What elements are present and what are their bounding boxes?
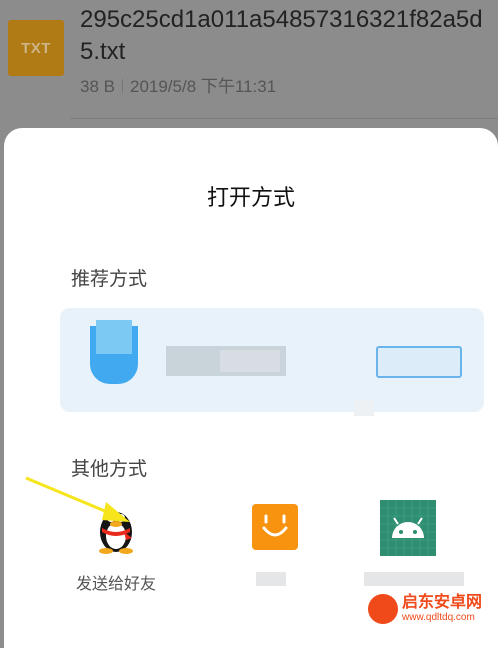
- file-date: 2019/5/8 下午11:31: [129, 77, 277, 96]
- recommended-app-card[interactable]: [60, 308, 484, 412]
- sheet-title: 打开方式: [206, 185, 295, 210]
- android-robot-icon: [380, 500, 436, 556]
- site-watermark: 启东安卓网 www.qdltdq.com: [368, 592, 492, 626]
- file-name: 295c25cd1a011a54857316321f82a5d5.txt: [80, 6, 483, 65]
- recommended-open-button-blurred[interactable]: [376, 346, 462, 378]
- qq-penguin-icon: [99, 512, 133, 554]
- open-with-sheet: 打开方式 推荐方式 其他方式 发送给好友: [4, 128, 498, 648]
- meta-separator: [121, 79, 123, 93]
- android-app-icon: [380, 500, 436, 556]
- file-meta: 38 B 2019/5/8 下午11:31: [80, 72, 276, 97]
- file-size: 38 B: [80, 77, 115, 96]
- smile-glyph-icon: [262, 514, 288, 537]
- watermark-url: www.qdltdq.com: [402, 612, 475, 623]
- app-label-blurred: [364, 572, 464, 586]
- txt-file-icon: TXT: [8, 20, 64, 76]
- orange-smile-app-icon: [252, 504, 298, 550]
- recommended-app-name-blurred-part: [220, 350, 280, 372]
- file-row[interactable]: TXT 295c25cd1a011a54857316321f82a5d5.txt…: [0, 0, 498, 130]
- app-label-blurred: [256, 572, 286, 586]
- watermark-logo-icon: [368, 594, 398, 624]
- blur-fragment: [354, 400, 374, 416]
- recommended-app-icon-highlight: [96, 320, 132, 354]
- recommended-label: 推荐方式: [71, 269, 148, 290]
- others-label: 其他方式: [71, 459, 148, 480]
- app-label: 发送给好友: [75, 576, 156, 593]
- row-divider: [70, 118, 498, 119]
- watermark-title: 启东安卓网: [402, 594, 483, 611]
